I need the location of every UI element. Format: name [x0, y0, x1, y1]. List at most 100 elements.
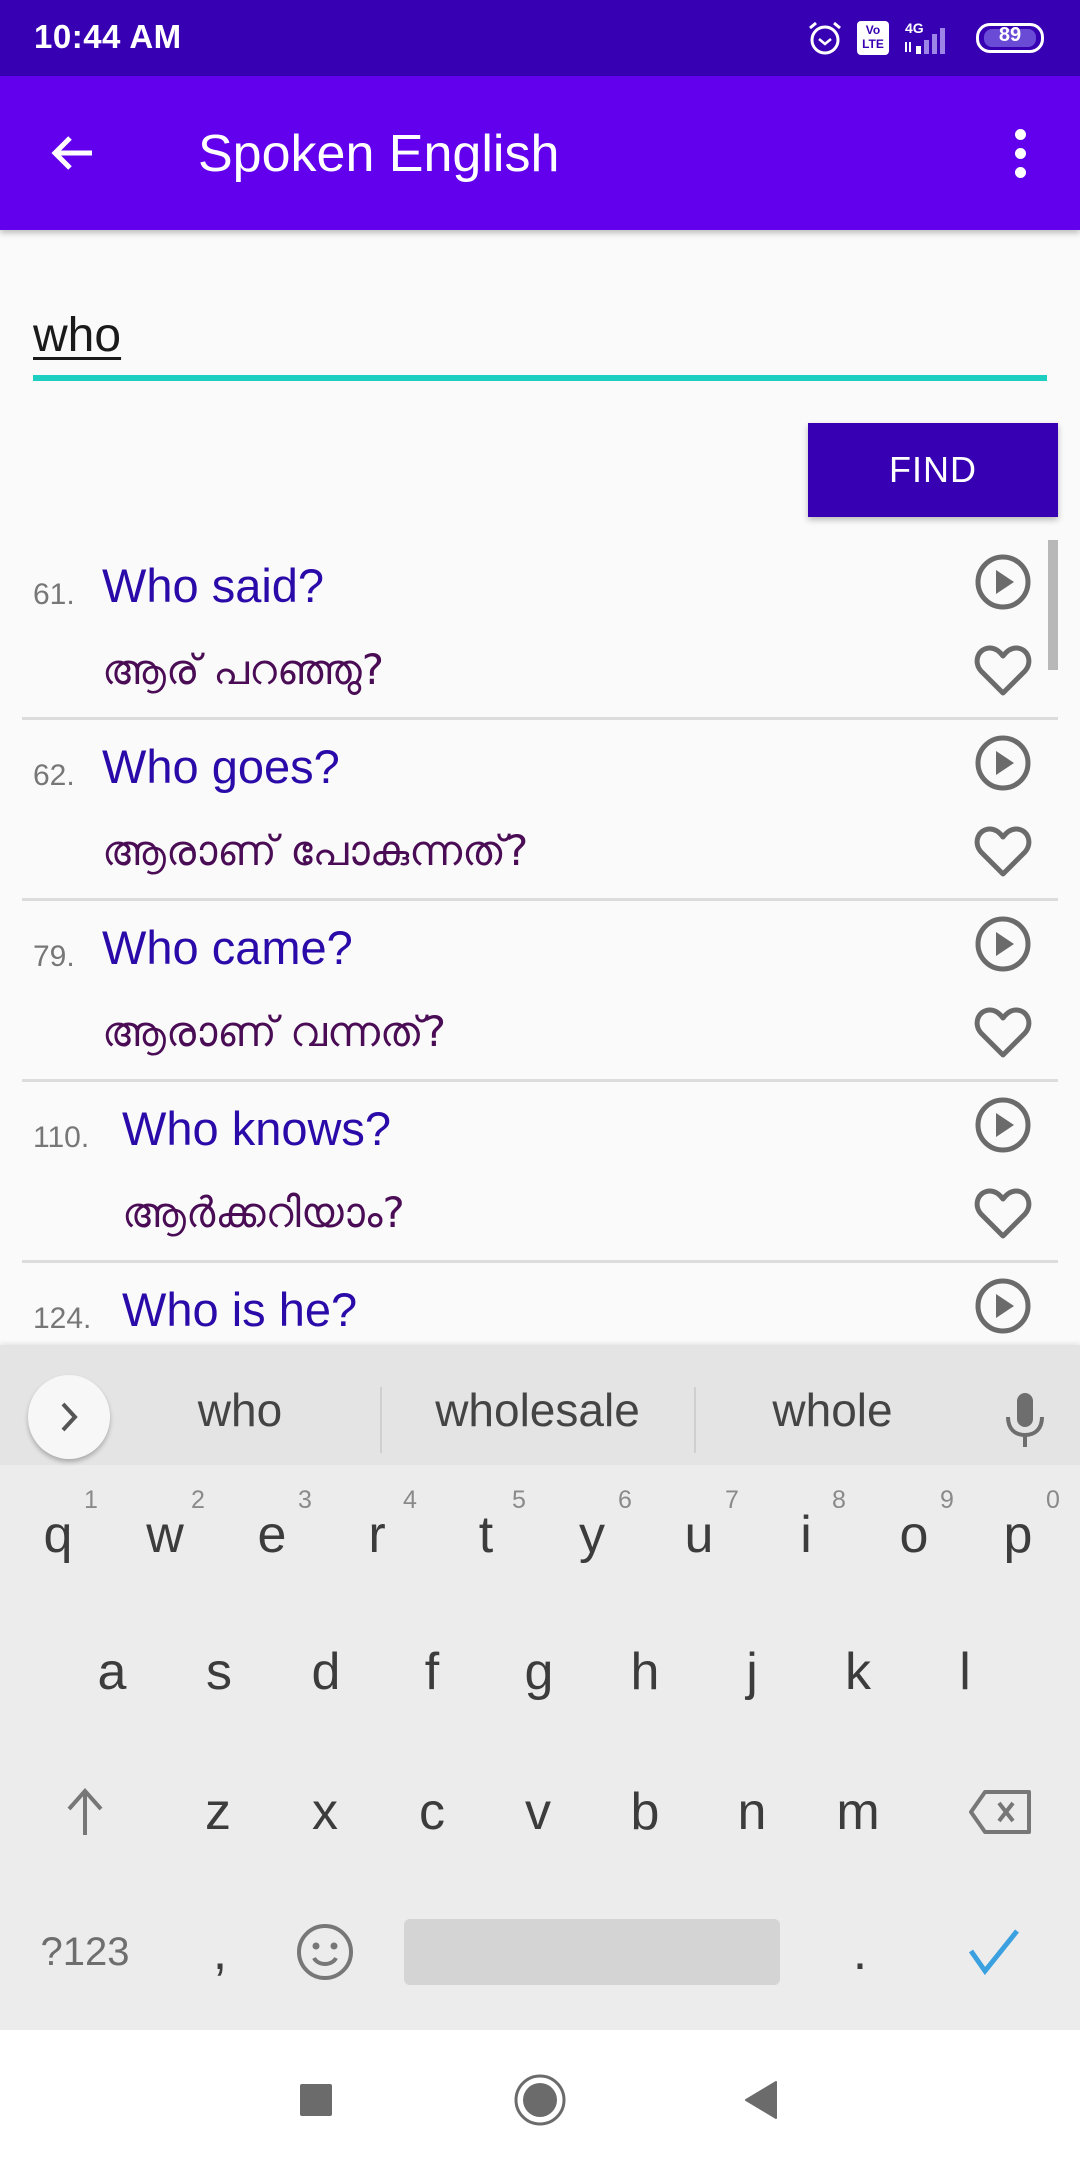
shift-key[interactable] [20, 1747, 150, 1877]
key-v[interactable]: v [486, 1747, 590, 1877]
play-button[interactable] [970, 730, 1036, 796]
back-nav-button[interactable] [720, 2060, 800, 2140]
key-j[interactable]: j [700, 1607, 804, 1737]
key-x[interactable]: x [273, 1747, 377, 1877]
backspace-key[interactable] [940, 1747, 1060, 1877]
list-item: 110. Who knows? ആർക്കറിയാം? [0, 1083, 1080, 1264]
heart-outline-icon [974, 1007, 1032, 1058]
suggestion-1[interactable]: who [140, 1375, 340, 1445]
english-phrase: Who goes? [102, 740, 340, 793]
english-phrase: Who said? [102, 559, 325, 612]
item-number: 110. [33, 1121, 90, 1154]
suggestion-divider [694, 1387, 696, 1453]
play-circle-icon [975, 554, 1031, 610]
malayalam-translation: ആരാണ് പോകുന്നത്? [102, 826, 529, 875]
app-title: Spoken English [198, 125, 560, 183]
key-i[interactable]: i8 [754, 1470, 858, 1600]
overflow-menu-button[interactable] [1000, 120, 1040, 186]
list-item: 61. Who said? ആര് പറഞ്ഞു? [0, 540, 1080, 721]
battery-level: 89 [998, 24, 1022, 46]
play-button[interactable] [970, 911, 1036, 977]
malayalam-translation: ആർക്കറിയാം? [122, 1188, 405, 1237]
square-recents-icon [300, 2084, 332, 2116]
item-number: 79. [33, 940, 75, 973]
key-e[interactable]: e3 [220, 1470, 324, 1600]
play-circle-icon [975, 1097, 1031, 1153]
alarm-icon [809, 21, 841, 55]
item-number: 62. [33, 759, 75, 792]
key-q[interactable]: q1 [6, 1470, 110, 1600]
row-divider [22, 1260, 1058, 1263]
key-g[interactable]: g [487, 1607, 591, 1737]
play-circle-icon [975, 1278, 1031, 1334]
triangle-back-icon [745, 2081, 777, 2119]
back-button[interactable] [40, 120, 106, 186]
key-u[interactable]: u7 [647, 1470, 751, 1600]
suggestion-3[interactable]: whole [715, 1375, 950, 1445]
key-a[interactable]: a [60, 1607, 164, 1737]
backspace-icon [969, 1790, 1031, 1834]
key-o[interactable]: o9 [862, 1470, 966, 1600]
key-f[interactable]: f [380, 1607, 484, 1737]
app-bar: Spoken English [0, 76, 1080, 230]
heart-outline-icon [974, 826, 1032, 877]
key-h[interactable]: h [593, 1607, 697, 1737]
play-circle-icon [975, 735, 1031, 791]
more-vert-icon [1014, 128, 1026, 140]
key-c[interactable]: c [380, 1747, 484, 1877]
chevron-right-icon [61, 1402, 78, 1432]
key-d[interactable]: d [274, 1607, 378, 1737]
key-z[interactable]: z [166, 1747, 270, 1877]
english-phrase: Who knows? [122, 1102, 392, 1155]
emoji-smile-icon [297, 1924, 353, 1980]
key-p[interactable]: p0 [966, 1470, 1070, 1600]
search-input-underline [33, 375, 1047, 381]
key-t[interactable]: t5 [434, 1470, 538, 1600]
key-n[interactable]: n [700, 1747, 804, 1877]
play-button[interactable] [970, 549, 1036, 615]
status-bar: 10:44 AM Vo LTE 4G 89 [0, 0, 1080, 76]
heart-outline-icon [974, 645, 1032, 696]
play-button[interactable] [970, 1092, 1036, 1158]
microphone-icon [1006, 1393, 1044, 1447]
key-r[interactable]: r4 [325, 1470, 429, 1600]
favorite-button[interactable] [970, 818, 1036, 884]
expand-toolbar-button[interactable] [28, 1375, 110, 1459]
row-divider [22, 898, 1058, 901]
suggestion-strip: who wholesale whole [0, 1345, 1080, 1465]
find-button[interactable]: FIND [808, 423, 1058, 517]
favorite-button[interactable] [970, 637, 1036, 703]
comma-key[interactable]: , [168, 1887, 272, 2017]
key-s[interactable]: s [167, 1607, 271, 1737]
key-y[interactable]: y6 [540, 1470, 644, 1600]
list-scrollbar[interactable] [1048, 540, 1058, 670]
play-button[interactable] [970, 1273, 1036, 1339]
circle-home-icon [514, 2074, 566, 2126]
key-l[interactable]: l [913, 1607, 1017, 1737]
favorite-button[interactable] [970, 999, 1036, 1065]
key-m[interactable]: m [806, 1747, 910, 1877]
space-key[interactable] [404, 1919, 780, 1985]
results-list[interactable]: 61. Who said? ആര് പറഞ്ഞു? 62. Who goes? … [0, 540, 1080, 1345]
done-key[interactable] [940, 1887, 1050, 2017]
symbols-key[interactable]: ?123 [20, 1887, 150, 2017]
period-key[interactable]: . [808, 1887, 912, 2017]
key-w[interactable]: w2 [113, 1470, 217, 1600]
recents-button[interactable] [276, 2060, 356, 2140]
search-input[interactable] [33, 300, 1047, 370]
voice-input-button[interactable] [995, 1385, 1055, 1455]
favorite-button[interactable] [970, 1180, 1036, 1246]
home-button[interactable] [500, 2060, 580, 2140]
list-item: 62. Who goes? ആരാണ് പോകുന്നത്? [0, 721, 1080, 902]
suggestion-divider [380, 1387, 382, 1453]
system-nav-bar [0, 2030, 1080, 2160]
key-b[interactable]: b [593, 1747, 697, 1877]
arrow-left-icon [51, 136, 92, 170]
malayalam-translation: ആരാണ് വന്നത്? [102, 1007, 447, 1056]
emoji-key[interactable] [273, 1887, 377, 2017]
status-time: 10:44 AM [34, 18, 182, 55]
key-k[interactable]: k [806, 1607, 910, 1737]
suggestion-2[interactable]: wholesale [400, 1375, 675, 1445]
english-phrase: Who is he? [122, 1283, 358, 1336]
english-phrase: Who came? [102, 921, 353, 974]
